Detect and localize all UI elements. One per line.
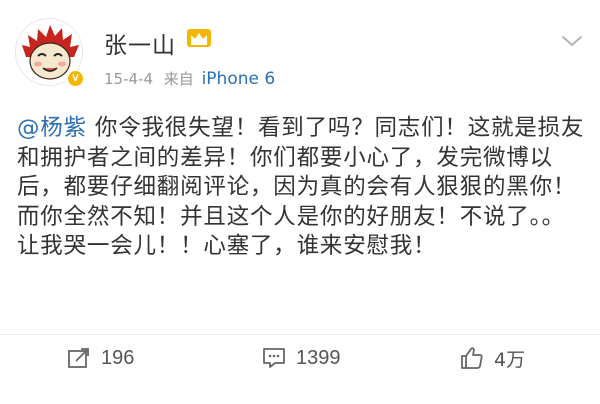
source-device-link[interactable]: iPhone 6 [202,69,276,89]
post-text: 你令我很失望！看到了吗？同志们！这就是损友和拥护者之间的差异！你们都要小心了，发… [17,115,585,259]
repost-count: 196 [101,346,135,369]
repost-icon [68,348,89,368]
mention-link[interactable]: @杨紫 [17,115,87,141]
comment-button[interactable]: 1399 [262,344,341,372]
thumbs-up-icon [461,347,483,369]
user-name[interactable]: 张一山 [104,26,176,60]
comment-icon [263,348,285,368]
post-content: @杨紫 你令我很失望！看到了吗？同志们！这就是损友和拥护者之间的差异！你们都要小心… [17,114,585,262]
repost-button[interactable]: 196 [67,344,134,372]
weibo-post-card: V 张一山 15-4-4 来自 iPhone 6 @杨紫 你令我很失望！看到了吗？… [0,0,600,404]
post-date: 15-4-4 [104,70,153,88]
like-button[interactable]: 4万 [460,344,525,372]
divider [0,334,600,335]
comment-count: 1399 [296,346,341,369]
action-bar: 196 1399 4万 [0,340,600,376]
like-count: 4万 [494,348,526,371]
post-meta: 15-4-4 来自 iPhone 6 [104,68,275,89]
chevron-down-icon[interactable] [561,34,583,48]
source-prefix: 来自 [163,70,194,88]
crown-icon[interactable] [186,28,212,48]
verified-badge: V [66,69,85,88]
